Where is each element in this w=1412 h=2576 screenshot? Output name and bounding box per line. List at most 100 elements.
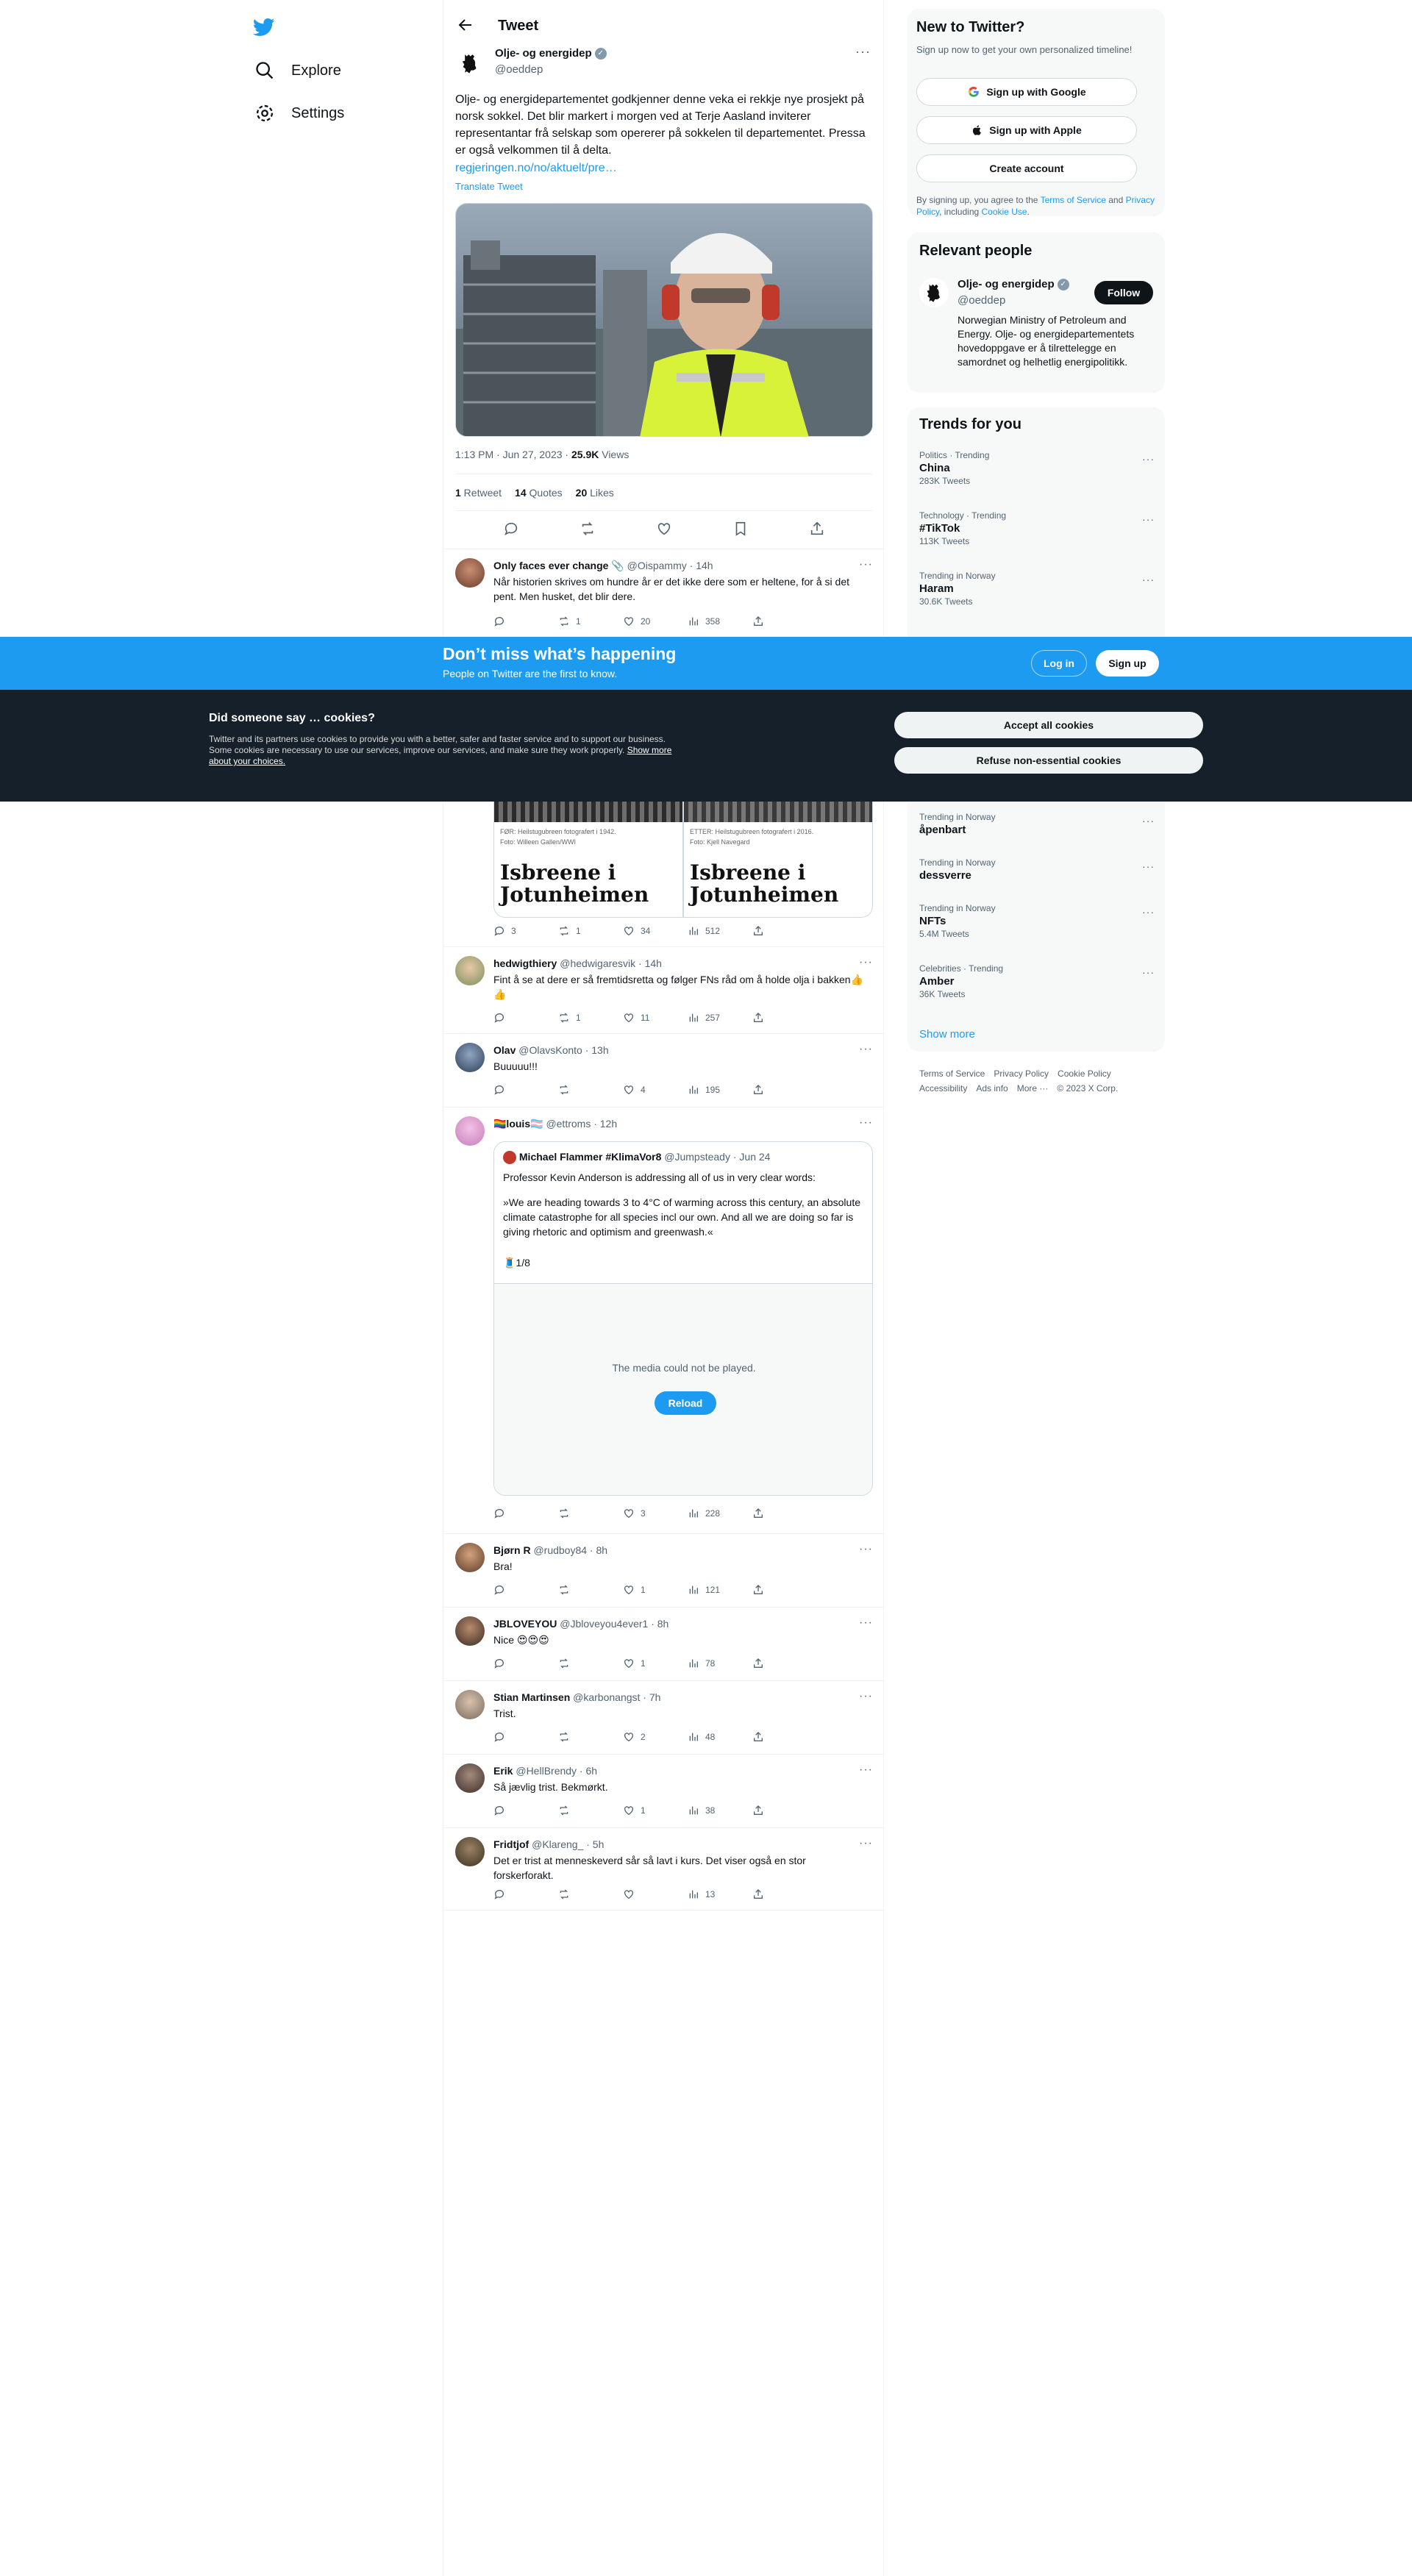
- cookie-use-link[interactable]: Cookie Use: [982, 207, 1027, 217]
- more-options-icon[interactable]: ···: [1142, 815, 1155, 827]
- reply-item[interactable]: Fridtjof @Klareng_ · 5h ··· Det er trist…: [443, 1828, 885, 1910]
- more-options-icon[interactable]: ···: [859, 956, 873, 969]
- login-button[interactable]: Log in: [1031, 650, 1087, 677]
- more-options-icon[interactable]: ···: [859, 1543, 873, 1556]
- more-options-icon[interactable]: ···: [1142, 453, 1155, 465]
- retweet-icon[interactable]: 1: [558, 925, 623, 937]
- reply-icon[interactable]: [503, 521, 519, 537]
- share-icon[interactable]: [752, 1584, 817, 1596]
- back-arrow-icon[interactable]: [457, 16, 474, 34]
- views-icon[interactable]: 78: [688, 1658, 752, 1669]
- more-options-icon[interactable]: ···: [859, 1043, 873, 1056]
- nav-explore[interactable]: Explore: [254, 60, 341, 81]
- like-icon[interactable]: [623, 1888, 688, 1900]
- retweet-icon[interactable]: [558, 1805, 623, 1816]
- more-options-icon[interactable]: ···: [859, 1690, 873, 1703]
- tweet-media-photo[interactable]: [455, 203, 873, 437]
- signup-google-button[interactable]: Sign up with Google: [916, 78, 1137, 106]
- views-icon[interactable]: 512: [688, 925, 752, 937]
- trend-item[interactable]: Trending in Norway Haram 30.6K Tweets ··…: [919, 571, 1155, 607]
- avatar[interactable]: [455, 558, 485, 588]
- reply-item[interactable]: Erik @HellBrendy · 6h ··· Så jævlig tris…: [443, 1755, 885, 1828]
- tos-link[interactable]: Terms of Service: [1041, 195, 1106, 205]
- relevant-name[interactable]: Olje- og energidep ✓: [958, 278, 1069, 290]
- avatar[interactable]: [455, 1690, 485, 1719]
- views-icon[interactable]: 38: [688, 1805, 752, 1816]
- views-icon[interactable]: 13: [688, 1888, 752, 1900]
- retweet-icon[interactable]: [558, 1731, 623, 1743]
- views-icon[interactable]: 228: [688, 1508, 752, 1519]
- reload-button[interactable]: Reload: [655, 1391, 716, 1415]
- share-icon[interactable]: [752, 1888, 817, 1900]
- reply-icon[interactable]: [493, 616, 558, 627]
- accept-cookies-button[interactable]: Accept all cookies: [894, 712, 1203, 738]
- retweet-icon[interactable]: [558, 1508, 623, 1519]
- refuse-cookies-button[interactable]: Refuse non-essential cookies: [894, 747, 1203, 774]
- like-icon[interactable]: 34: [623, 925, 688, 937]
- share-icon[interactable]: [752, 616, 817, 627]
- more-options-icon[interactable]: ···: [859, 1116, 873, 1130]
- reply-icon[interactable]: [493, 1012, 558, 1024]
- avatar[interactable]: [455, 1116, 485, 1146]
- relevant-handle[interactable]: @oeddep: [958, 294, 1005, 307]
- like-icon[interactable]: 2: [623, 1731, 688, 1743]
- retweets-count[interactable]: 1 Retweet: [455, 487, 502, 499]
- footer-tos-link[interactable]: Terms of Service: [919, 1068, 985, 1079]
- more-options-icon[interactable]: ···: [859, 558, 873, 571]
- quoted-tweet[interactable]: Michael Flammer #KlimaVor8 @Jumpsteady ·…: [493, 1141, 873, 1496]
- tweet-link[interactable]: regjeringen.no/no/aktuelt/pre…: [455, 162, 617, 175]
- views-icon[interactable]: 48: [688, 1731, 752, 1743]
- trend-item[interactable]: Trending in Norway NFTs 5.4M Tweets ···: [919, 903, 1155, 939]
- avatar[interactable]: [455, 1616, 485, 1646]
- trend-item[interactable]: Celebrities · Trending Amber 36K Tweets …: [919, 963, 1155, 999]
- retweet-icon[interactable]: 1: [558, 1012, 623, 1024]
- avatar[interactable]: [455, 1543, 485, 1572]
- signup-apple-button[interactable]: Sign up with Apple: [916, 116, 1137, 144]
- footer-privacy-link[interactable]: Privacy Policy: [994, 1068, 1049, 1079]
- share-icon[interactable]: [809, 521, 825, 537]
- create-account-button[interactable]: Create account: [916, 154, 1137, 182]
- like-icon[interactable]: 1: [623, 1658, 688, 1669]
- reply-media[interactable]: FØR: Heilstugubreen fotografert i 1942. …: [493, 802, 873, 918]
- share-icon[interactable]: [752, 1012, 817, 1024]
- like-icon[interactable]: 20: [623, 616, 688, 627]
- avatar[interactable]: [455, 956, 485, 985]
- share-icon[interactable]: [752, 1084, 817, 1096]
- author-handle[interactable]: @oeddep: [495, 63, 543, 76]
- signup-button[interactable]: Sign up: [1096, 650, 1159, 677]
- trend-item[interactable]: Trending in Norway dessverre ···: [919, 857, 1155, 882]
- reply-item[interactable]: Bjørn R @rudboy84 · 8h ··· Bra! 1 121: [443, 1534, 885, 1608]
- twitter-logo-icon[interactable]: [252, 16, 275, 38]
- reply-icon[interactable]: [493, 1084, 558, 1096]
- more-options-icon[interactable]: ···: [859, 1837, 873, 1850]
- share-icon[interactable]: [752, 1731, 817, 1743]
- trend-item[interactable]: Politics · Trending China 283K Tweets ··…: [919, 450, 1155, 486]
- avatar[interactable]: [455, 1043, 485, 1072]
- reply-item[interactable]: Stian Martinsen @karbonangst · 7h ··· Tr…: [443, 1681, 885, 1755]
- views-icon[interactable]: 195: [688, 1084, 752, 1096]
- reply-icon[interactable]: [493, 1888, 558, 1900]
- more-options-icon[interactable]: ···: [1142, 513, 1155, 525]
- more-options-icon[interactable]: ···: [859, 1616, 873, 1630]
- retweet-icon[interactable]: 1: [558, 616, 623, 627]
- footer-ads-link[interactable]: Ads info: [976, 1083, 1008, 1093]
- footer-more-link[interactable]: More ···: [1017, 1083, 1049, 1093]
- reply-item[interactable]: hedwigthiery @hedwigaresvik · 14h ··· Fi…: [443, 947, 885, 1034]
- trend-item[interactable]: Trending in Norway åpenbart ···: [919, 812, 1155, 836]
- avatar[interactable]: [919, 278, 949, 307]
- reply-item[interactable]: FØR: Heilstugubreen fotografert i 1942. …: [443, 802, 885, 947]
- like-icon[interactable]: 11: [623, 1012, 688, 1024]
- retweet-icon[interactable]: [580, 521, 596, 537]
- more-options-icon[interactable]: ···: [1142, 860, 1155, 872]
- like-icon[interactable]: [656, 521, 672, 537]
- show-more-link[interactable]: Show more: [919, 1028, 975, 1041]
- share-icon[interactable]: [752, 1805, 817, 1816]
- trend-item[interactable]: Technology · Trending #TikTok 113K Tweet…: [919, 510, 1155, 546]
- reply-item[interactable]: 🏳️‍🌈louis🏳️‍⚧️ @ettroms · 12h ··· Michae…: [443, 1107, 885, 1534]
- reply-icon[interactable]: [493, 1658, 558, 1669]
- reply-item[interactable]: Olav @OlavsKonto · 13h ··· Buuuuu!!! 4 1…: [443, 1034, 885, 1107]
- nav-settings[interactable]: Settings: [254, 103, 344, 124]
- footer-accessibility-link[interactable]: Accessibility: [919, 1083, 967, 1093]
- reply-icon[interactable]: 3: [493, 925, 558, 937]
- views-icon[interactable]: 257: [688, 1012, 752, 1024]
